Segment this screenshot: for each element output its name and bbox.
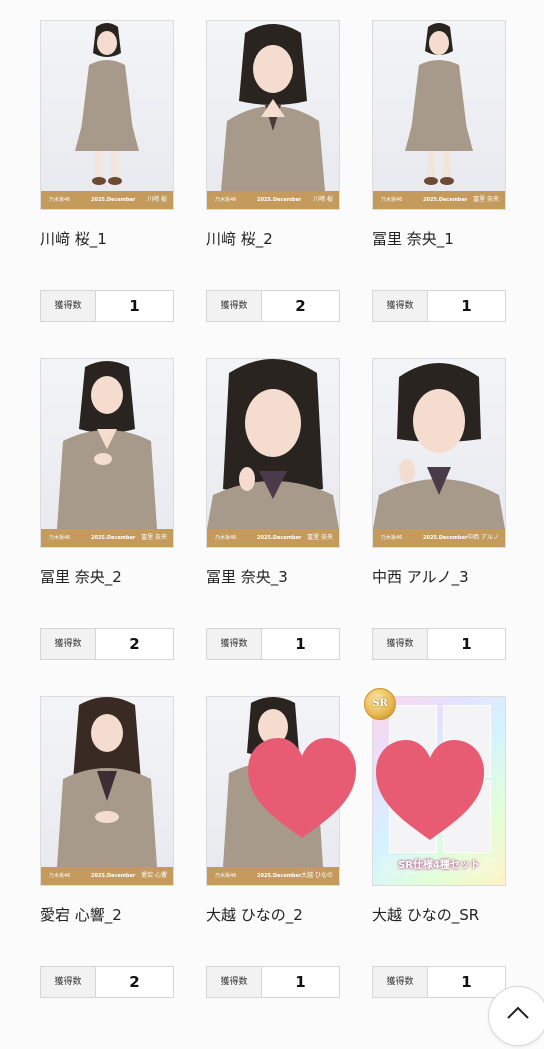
count-label: 獲得数 [41, 629, 96, 659]
photo-frame[interactable]: 乃木坂46 2025.December 中西 アルノ [372, 358, 506, 548]
card-name[interactable]: 大越 ひなの_2 [206, 904, 356, 925]
member-photo [41, 21, 173, 191]
card-footer-strip: 乃木坂46 2025.December 冨里 奈央 [207, 529, 339, 547]
count-label: 獲得数 [373, 967, 428, 997]
count-box: 獲得数 1 [206, 966, 340, 998]
strip-member-name: 大越 ひなの [301, 872, 333, 879]
strip-brand: 乃木坂46 [215, 873, 237, 879]
card-footer-strip: 乃木坂46 2025.December 冨里 奈央 [41, 529, 173, 547]
card-name[interactable]: 大越 ひなの_SR [372, 904, 522, 925]
member-figure-full-body [75, 23, 139, 185]
count-value: 1 [129, 297, 140, 315]
count-box: 獲得数 1 [206, 628, 340, 660]
strip-date: 2025.December [423, 197, 468, 203]
photo-frame[interactable]: 乃木坂46 2025.December 川﨑 桜 [40, 20, 174, 210]
member-photo [41, 359, 173, 529]
strip-date: 2025.December [91, 873, 136, 879]
member-figure-three-quarter [57, 361, 157, 529]
photo-frame[interactable]: 乃木坂46 2025.December 川﨑 桜 [206, 20, 340, 210]
card-name[interactable]: 川﨑 桜_2 [206, 228, 356, 249]
member-figure-full-body [405, 23, 473, 185]
card-footer-strip: 乃木坂46 2025.December 中西 アルノ [373, 529, 505, 547]
member-photo [207, 21, 339, 191]
strip-date: 2025.December [423, 535, 468, 541]
strip-member-name: 川﨑 桜 [313, 196, 333, 203]
photo-frame[interactable]: 乃木坂46 2025.December 冨里 奈央 [206, 358, 340, 548]
strip-date: 2025.December [257, 873, 302, 879]
member-figure-close-up [207, 359, 339, 529]
photo-card-grid: 乃木坂46 2025.December 川﨑 桜 川﨑 桜_1 獲得数 1 乃木… [0, 0, 544, 1024]
count-label: 獲得数 [41, 967, 96, 997]
card-name[interactable]: 愛宕 心響_2 [40, 904, 190, 925]
strip-date: 2025.December [257, 535, 302, 541]
member-figure-close-up [373, 363, 505, 529]
count-label: 獲得数 [41, 291, 96, 321]
sr-badge: SR [364, 688, 396, 720]
count-label: 獲得数 [207, 967, 262, 997]
member-figure-upper-body [221, 24, 325, 191]
card-name[interactable]: 川﨑 桜_1 [40, 228, 190, 249]
card-name[interactable]: 冨里 奈央_2 [40, 566, 190, 587]
member-photo [373, 359, 505, 529]
photo-frame[interactable]: 乃木坂46 2025.December 冨里 奈央 [40, 358, 174, 548]
card-name[interactable]: 中西 アルノ_3 [372, 566, 522, 587]
count-label: 獲得数 [373, 629, 428, 659]
strip-brand: 乃木坂46 [49, 873, 71, 879]
member-photo [373, 21, 505, 191]
photo-frame[interactable]: 乃木坂46 2025.December 冨里 奈央 [372, 20, 506, 210]
strip-member-name: 冨里 奈央 [473, 196, 499, 203]
card-footer-strip: 乃木坂46 2025.December 川﨑 桜 [207, 191, 339, 209]
count-value: 1 [295, 973, 306, 991]
card-footer-strip: 乃木坂46 2025.December 冨里 奈央 [373, 191, 505, 209]
count-box: 獲得数 1 [40, 290, 174, 322]
heart-icon [376, 740, 484, 840]
count-box: 獲得数 1 [372, 966, 506, 998]
strip-brand: 乃木坂46 [381, 535, 403, 541]
strip-brand: 乃木坂46 [215, 535, 237, 541]
member-photo [41, 697, 173, 867]
photo-frame[interactable]: 乃木坂46 2025.December 愛宕 心響 [40, 696, 174, 886]
strip-date: 2025.December [257, 197, 302, 203]
count-box: 獲得数 2 [206, 290, 340, 322]
strip-brand: 乃木坂46 [215, 197, 237, 203]
strip-brand: 乃木坂46 [49, 535, 71, 541]
count-value: 1 [295, 635, 306, 653]
count-label: 獲得数 [207, 291, 262, 321]
count-box: 獲得数 2 [40, 628, 174, 660]
card-name[interactable]: 冨里 奈央_3 [206, 566, 356, 587]
scroll-to-top-button[interactable] [488, 986, 544, 1046]
count-value: 2 [129, 635, 140, 653]
member-figure-three-quarter [57, 697, 157, 867]
strip-member-name: 愛宕 心響 [141, 872, 167, 879]
strip-brand: 乃木坂46 [381, 197, 403, 203]
count-box: 獲得数 1 [372, 628, 506, 660]
chevron-up-icon [507, 1006, 529, 1019]
strip-member-name: 中西 アルノ [467, 534, 499, 541]
card-footer-strip: 乃木坂46 2025.December 川﨑 桜 [41, 191, 173, 209]
card-name[interactable]: 冨里 奈央_1 [372, 228, 522, 249]
member-photo [207, 359, 339, 529]
count-label: 獲得数 [207, 629, 262, 659]
strip-member-name: 川﨑 桜 [147, 196, 167, 203]
count-label: 獲得数 [373, 291, 428, 321]
strip-brand: 乃木坂46 [49, 197, 71, 203]
count-box: 獲得数 2 [40, 966, 174, 998]
card-footer-strip: 乃木坂46 2025.December 愛宕 心響 [41, 867, 173, 885]
heart-icon [248, 738, 356, 838]
count-value: 2 [295, 297, 306, 315]
count-value: 2 [129, 973, 140, 991]
count-value: 1 [461, 297, 472, 315]
sr-caption: SR仕様4種セット [379, 857, 499, 875]
strip-member-name: 冨里 奈央 [307, 534, 333, 541]
card-footer-strip: 乃木坂46 2025.December 大越 ひなの [207, 867, 339, 885]
strip-member-name: 冨里 奈央 [141, 534, 167, 541]
strip-date: 2025.December [91, 535, 136, 541]
count-box: 獲得数 1 [372, 290, 506, 322]
count-value: 1 [461, 635, 472, 653]
strip-date: 2025.December [91, 197, 136, 203]
